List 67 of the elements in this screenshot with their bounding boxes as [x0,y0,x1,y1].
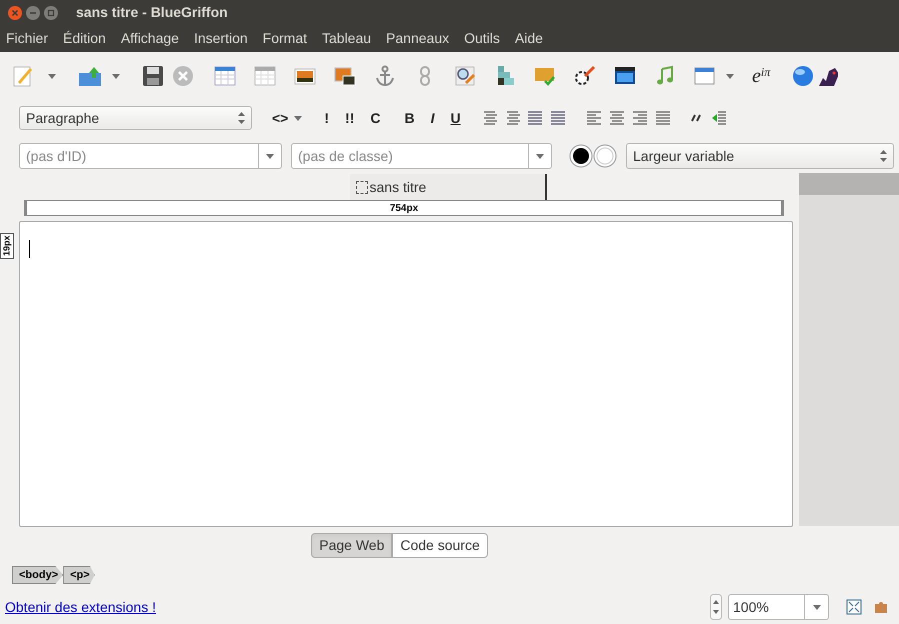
align-right-icon[interactable] [632,110,648,126]
table-icon[interactable] [214,65,236,87]
caret-icon[interactable] [812,604,820,610]
align-center-icon[interactable] [608,110,625,126]
tag-toggle-button[interactable]: <> [272,108,288,128]
extensions-link[interactable]: Obtenir des extensions ! [5,596,156,618]
text-color-swatch[interactable] [569,144,593,168]
caret-icon[interactable] [726,74,734,78]
paragraph-style-select[interactable]: Paragraphe [19,106,252,130]
view-tab[interactable]: Code source [392,532,488,558]
maximize-icon[interactable] [44,6,58,20]
view-tab[interactable]: Page Web [311,532,392,558]
menu-item[interactable]: Panneaux [386,28,450,49]
caret-icon[interactable] [266,154,274,158]
format-button[interactable]: !! [345,108,354,128]
text-cursor [29,240,30,258]
menu-item[interactable]: Insertion [194,28,248,49]
format-button[interactable]: ! [324,108,330,128]
window-title: sans titre - BlueGriffon [76,3,228,22]
format-button[interactable]: U [450,108,461,128]
menu-item[interactable]: Édition [63,28,106,49]
save-icon[interactable] [142,65,164,87]
caret-icon[interactable] [536,154,544,158]
folder-upload-icon[interactable] [76,65,102,87]
justify-icon[interactable] [654,110,671,126]
dropdown-button[interactable] [529,143,552,169]
menu-item[interactable]: Format [262,28,307,49]
spin-arrows-icon[interactable] [710,594,722,620]
breadcrumb-item[interactable]: <p> [63,566,95,584]
outdent-icon[interactable] [550,110,566,126]
dropdown-button[interactable] [805,594,829,620]
anchor-icon[interactable] [374,65,396,87]
caret-icon[interactable] [294,116,302,120]
zoom-field[interactable]: 100% [728,594,805,620]
document-tab[interactable]: sans titre [350,174,546,200]
menu-item[interactable]: Aide [514,28,543,49]
puzzle-piece-icon[interactable] [873,599,889,615]
dotted-square-icon [356,180,368,194]
id-select[interactable]: (pas d'ID) [19,143,259,169]
align-left-icon[interactable] [586,110,602,126]
window-icon[interactable] [694,65,716,87]
menu-item[interactable]: Outils [464,28,500,49]
film-icon[interactable] [614,65,636,87]
fullscreen-icon[interactable] [846,599,862,615]
menu-item[interactable]: Fichier [6,28,48,49]
outdent-arrow-icon[interactable] [710,110,727,126]
images-icon[interactable] [334,65,356,87]
close-icon[interactable] [8,6,22,20]
format-button[interactable]: C [370,108,380,128]
breadcrumb-item[interactable]: <body> [12,566,64,584]
caret-icon[interactable] [48,74,56,78]
magnifier-pencil-icon[interactable] [454,65,476,87]
formula-button[interactable]: e$^{iπ}$ [752,66,770,86]
dropdown-button[interactable] [259,143,282,169]
minimize-icon[interactable] [26,6,40,20]
horizontal-ruler: 754px [24,200,784,216]
width-mode-select[interactable]: Largeur variable [626,143,894,169]
indent-icon[interactable] [526,110,543,126]
format-button[interactable]: I [430,108,434,128]
class-select[interactable]: (pas de classe) [291,143,529,169]
menu-item[interactable]: Affichage [120,28,179,49]
ruler-label: 19px [0,236,12,256]
updown-icon [880,150,887,162]
menu-item[interactable]: Tableau [322,28,372,49]
updown-icon [238,112,245,124]
format-button[interactable]: B [404,108,415,128]
caret-icon[interactable] [112,74,120,78]
